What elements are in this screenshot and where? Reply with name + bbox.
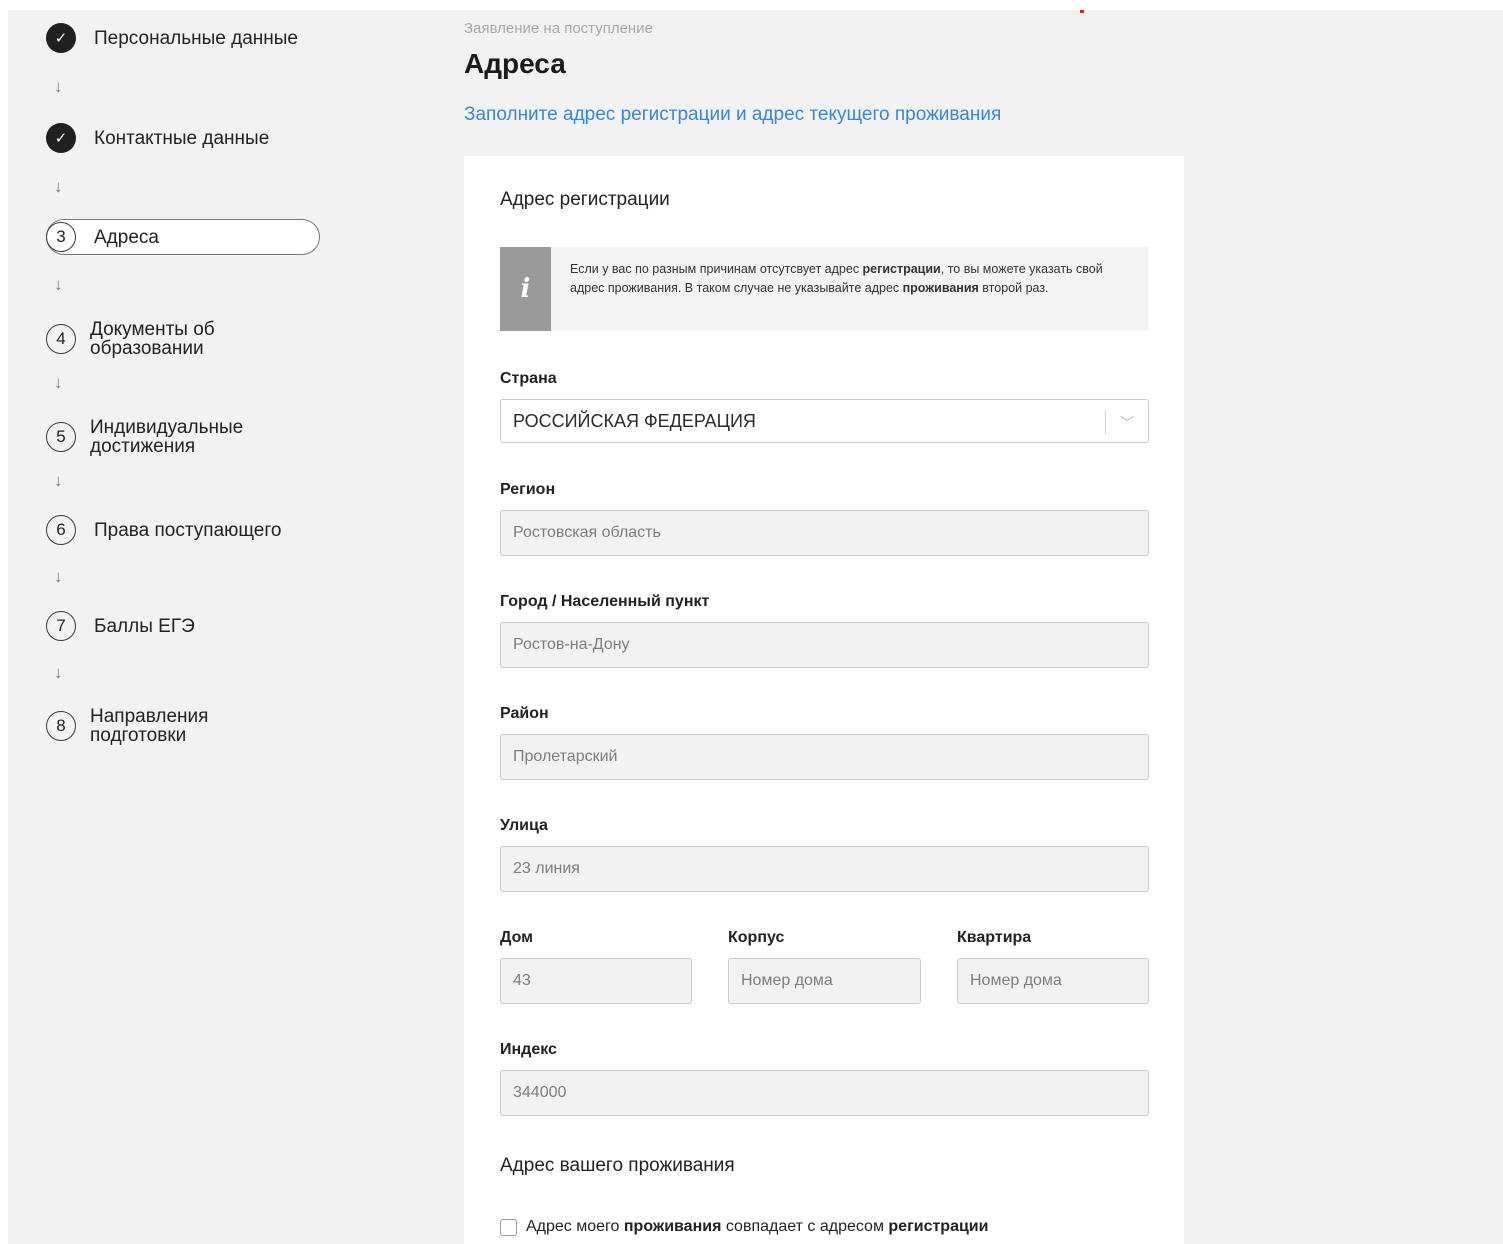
- arrow-down-icon: ↓: [54, 663, 63, 682]
- step-number: 4: [46, 324, 76, 354]
- same-address-label[interactable]: Адрес моего проживания совпадает с адрес…: [526, 1218, 988, 1236]
- brand-mark: [1080, 10, 1084, 13]
- street-label: Улица: [500, 817, 548, 834]
- info-text-part: Если у вас по разным причинам отсутсвует…: [570, 262, 863, 276]
- step-number: 7: [46, 611, 76, 641]
- checkbox-label-part: Адрес моего: [526, 1218, 624, 1235]
- step-done-check-icon: ✓: [46, 123, 76, 153]
- arrow-down-icon: ↓: [54, 177, 63, 196]
- arrow-down-icon: ↓: [54, 567, 63, 586]
- step-done-check-icon: ✓: [46, 23, 76, 53]
- page-title: Адреса: [464, 48, 566, 79]
- info-icon: i: [500, 247, 551, 331]
- region-label: Регион: [500, 481, 556, 498]
- house-label: Дом: [500, 929, 533, 946]
- breadcrumb: Заявление на поступление: [464, 20, 653, 37]
- step-applicant-rights[interactable]: 6 Права поступающего: [46, 515, 281, 545]
- building-label: Корпус: [728, 929, 785, 946]
- info-text-part: второй раз.: [978, 281, 1049, 295]
- step-label: Права поступающего: [94, 519, 282, 541]
- step-label: Персональные данные: [94, 27, 298, 49]
- residence-section-title: Адрес вашего проживания: [500, 1155, 735, 1176]
- info-notice: i Если у вас по разным причинам отсутсву…: [500, 247, 1149, 331]
- checkbox-label-bold: регистрации: [888, 1218, 989, 1235]
- step-exam-scores[interactable]: 7 Баллы ЕГЭ: [46, 611, 195, 641]
- step-label: Адреса: [94, 226, 159, 248]
- house-field[interactable]: 43: [500, 958, 692, 1004]
- region-field[interactable]: Ростовская область: [500, 510, 1149, 556]
- step-label: Контактные данные: [94, 127, 270, 149]
- district-label: Район: [500, 705, 549, 722]
- step-contact-data[interactable]: ✓ Контактные данные: [46, 123, 269, 153]
- step-label: Направления подготовки: [90, 706, 209, 746]
- arrow-down-icon: ↓: [54, 77, 63, 96]
- registration-section-title: Адрес регистрации: [500, 189, 670, 210]
- country-label: Страна: [500, 370, 557, 387]
- same-address-checkbox[interactable]: [500, 1218, 517, 1236]
- city-label: Город / Населенный пункт: [500, 593, 710, 610]
- apartment-field[interactable]: Номер дома: [957, 958, 1149, 1004]
- city-field[interactable]: Ростов-на-Дону: [500, 622, 1149, 668]
- step-number: 5: [46, 422, 76, 452]
- page-subtitle: Заполните адрес регистрации и адрес теку…: [464, 104, 1002, 125]
- checkbox-label-part: совпадает с адресом: [721, 1218, 889, 1235]
- same-address-row[interactable]: Адрес моего проживания совпадает с адрес…: [500, 1218, 988, 1236]
- step-achievements[interactable]: 5 Индивидуальные достижения: [46, 418, 260, 456]
- step-label: Баллы ЕГЭ: [94, 615, 195, 637]
- chevron-down-icon[interactable]: ﹀: [1120, 413, 1134, 433]
- postcode-label: Индекс: [500, 1041, 557, 1058]
- apartment-label: Квартира: [957, 929, 1032, 946]
- step-addresses-active[interactable]: 3 Адреса: [46, 219, 320, 255]
- district-field[interactable]: Пролетарский: [500, 734, 1149, 780]
- info-text-bold: проживания: [902, 281, 979, 295]
- step-number: 8: [46, 711, 76, 741]
- building-field[interactable]: Номер дома: [728, 958, 921, 1004]
- arrow-down-icon: ↓: [54, 275, 63, 294]
- app-root: ✓ Персональные данные ↓ ✓ Контактные дан…: [8, 10, 1503, 1244]
- arrow-down-icon: ↓: [54, 471, 63, 490]
- checkbox-label-bold: проживания: [623, 1218, 722, 1235]
- step-personal-data[interactable]: ✓ Персональные данные: [46, 23, 298, 53]
- postcode-field[interactable]: 344000: [500, 1070, 1149, 1116]
- select-divider: [1105, 410, 1106, 434]
- street-field[interactable]: 23 линия: [500, 846, 1149, 892]
- country-select-value: РОССИЙСКАЯ ФЕДЕРАЦИЯ: [513, 410, 756, 431]
- info-text-bold: регистрации: [862, 262, 941, 276]
- arrow-down-icon: ↓: [54, 373, 63, 392]
- step-education-documents[interactable]: 4 Документы об образовании: [46, 320, 260, 358]
- step-label: Индивидуальные достижения: [90, 417, 244, 457]
- step-number: 3: [46, 222, 76, 252]
- country-select[interactable]: РОССИЙСКАЯ ФЕДЕРАЦИЯ ﹀: [500, 399, 1149, 443]
- step-number: 6: [46, 515, 76, 545]
- step-study-directions[interactable]: 8 Направления подготовки: [46, 707, 260, 745]
- address-form-card: Адрес регистрации i Если у вас по разным…: [464, 156, 1184, 1244]
- step-label: Документы об образовании: [90, 319, 215, 359]
- info-notice-text: Если у вас по разным причинам отсутсвует…: [570, 260, 1120, 298]
